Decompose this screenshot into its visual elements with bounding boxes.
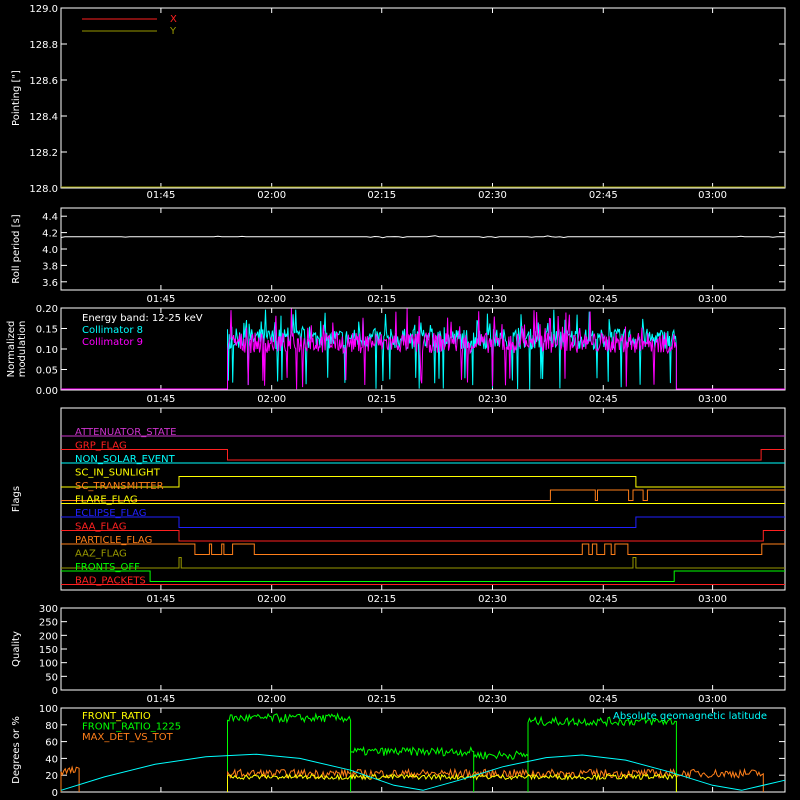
roll-ytick-label: 4.0 [42,245,58,256]
pointing-ytick-label: 128.8 [29,40,58,51]
ratios-ytick-label: 0 [52,788,58,799]
ratios-ytick-label: 20 [45,771,58,782]
x-tick-label: 02:30 [478,594,507,605]
legend-label-x: X [170,14,177,25]
pointing-ytick-label: 128.0 [29,184,58,195]
x-tick-label: 02:30 [478,694,507,705]
x-tick-label: 01:45 [146,594,175,605]
series-front-ratio [227,772,677,792]
x-tick-label: 02:15 [367,190,396,201]
flag-line-saa-flag [61,530,785,542]
flag-label-sc-in-sunlight: SC_IN_SUNLIGHT [75,468,161,479]
x-tick-label: 02:45 [589,594,618,605]
x-tick-label: 03:00 [698,190,727,201]
ratios-ylabel: Degrees or % [11,716,22,784]
quality-ytick-label: 100 [39,659,58,670]
x-tick-label: 02:30 [478,190,507,201]
modulation-ylabel: Normalizedmodulation [6,321,28,378]
quality-ytick-label: 0 [52,686,58,697]
ratios-ytick-label: 40 [45,754,58,765]
roll-ylabel: Roll period [s] [11,214,22,283]
x-tick-label: 03:00 [698,694,727,705]
quality-ytick-label: 300 [39,604,58,615]
x-tick-label: 02:45 [589,694,618,705]
x-tick-label: 02:00 [257,394,286,405]
x-tick-label: 03:00 [698,594,727,605]
flags-ylabel: Flags [11,486,22,512]
x-tick-label: 02:45 [589,394,618,405]
flag-line-aaz-flag [61,557,785,569]
x-tick-label: 01:45 [146,694,175,705]
x-tick-label: 02:15 [367,694,396,705]
pointing-ytick-label: 128.6 [29,76,58,87]
flag-label-sc-transmitter: SC_TRANSMITTER [75,481,164,492]
x-tick-label: 02:00 [257,294,286,305]
x-tick-label: 02:15 [367,594,396,605]
roll-ytick-label: 3.6 [42,278,58,289]
roll-ytick-label: 4.2 [42,229,58,240]
modulation-ytick-label: 0.05 [36,366,58,377]
pointing-ytick-label: 128.2 [29,148,58,159]
panel-quality [60,607,786,691]
flag-line-particle-flag [61,543,785,555]
x-tick-label: 02:30 [478,394,507,405]
ratios-ytick-label: 100 [39,704,58,715]
flag-line-fronts-off [61,570,785,582]
modulation-legend-9: Collimator 9 [82,337,143,348]
series-front-ratio-1225 [227,712,677,792]
quality-frame [60,607,786,691]
ratios-ytick-label: 60 [45,738,58,749]
modulation-ytick-label: 0.00 [36,386,58,397]
x-tick-label: 03:00 [698,294,727,305]
x-tick-label: 02:15 [367,394,396,405]
roll-frame [60,207,786,291]
x-tick-label: 02:00 [257,694,286,705]
quality-ytick-label: 50 [45,672,58,683]
legend-label-y: Y [169,26,177,37]
quality-ylabel: Quality [11,631,22,667]
x-tick-label: 02:45 [589,190,618,201]
flag-label-aaz-flag: AAZ_FLAG [75,549,127,560]
x-tick-label: 02:45 [589,294,618,305]
chart-stage: 01:45 02:00 02:15 02:30 02:45 03:00 Pointing [… [0,0,800,800]
series-roll-period [60,235,785,239]
quality-ytick-label: 250 [39,618,58,629]
flag-line-eclipse-flag [61,516,785,528]
x-tick-label: 02:00 [257,190,286,201]
x-tick-label: 01:45 [146,190,175,201]
x-tick-label: 03:00 [698,394,727,405]
x-tick-label: 02:30 [478,294,507,305]
ratios-legend-front-ratio-1225: FRONT_RATIO_1225 [82,722,181,733]
modulation-ytick-label: 0.10 [36,345,58,356]
pointing-ytick-label: 128.4 [29,112,58,123]
ratios-legend-front-ratio: FRONT_RATIO [82,711,151,722]
modulation-legend-8: Collimator 8 [82,325,143,336]
flag-line-sc-in-sunlight [61,476,785,488]
ratios-ytick-label: 80 [45,721,58,732]
ratios-legend-max-det-vs-tot: MAX_DET_VS_TOT [82,732,174,743]
x-tick-label: 02:00 [257,594,286,605]
pointing-ytick-label: 129.0 [29,4,58,15]
quality-ytick-label: 200 [39,631,58,642]
modulation-ytick-label: 0.20 [36,304,58,315]
hessi-summary-chart: 01:45 02:00 02:15 02:30 02:45 03:00 Pointing [… [6,4,786,799]
quality-ytick-label: 150 [39,645,58,656]
x-tick-label: 02:15 [367,294,396,305]
pointing-ylabel: Pointing ["] [11,70,22,126]
x-tick-label: 01:45 [146,394,175,405]
roll-ytick-label: 4.4 [42,212,58,223]
panel-roll [60,207,786,291]
roll-ytick-label: 3.8 [42,261,58,272]
flag-line-sc-transmitter [61,489,785,501]
x-tick-label: 01:45 [146,294,175,305]
modulation-legend-title: Energy band: 12-25 keV [82,313,203,324]
modulation-ytick-label: 0.15 [36,325,58,336]
